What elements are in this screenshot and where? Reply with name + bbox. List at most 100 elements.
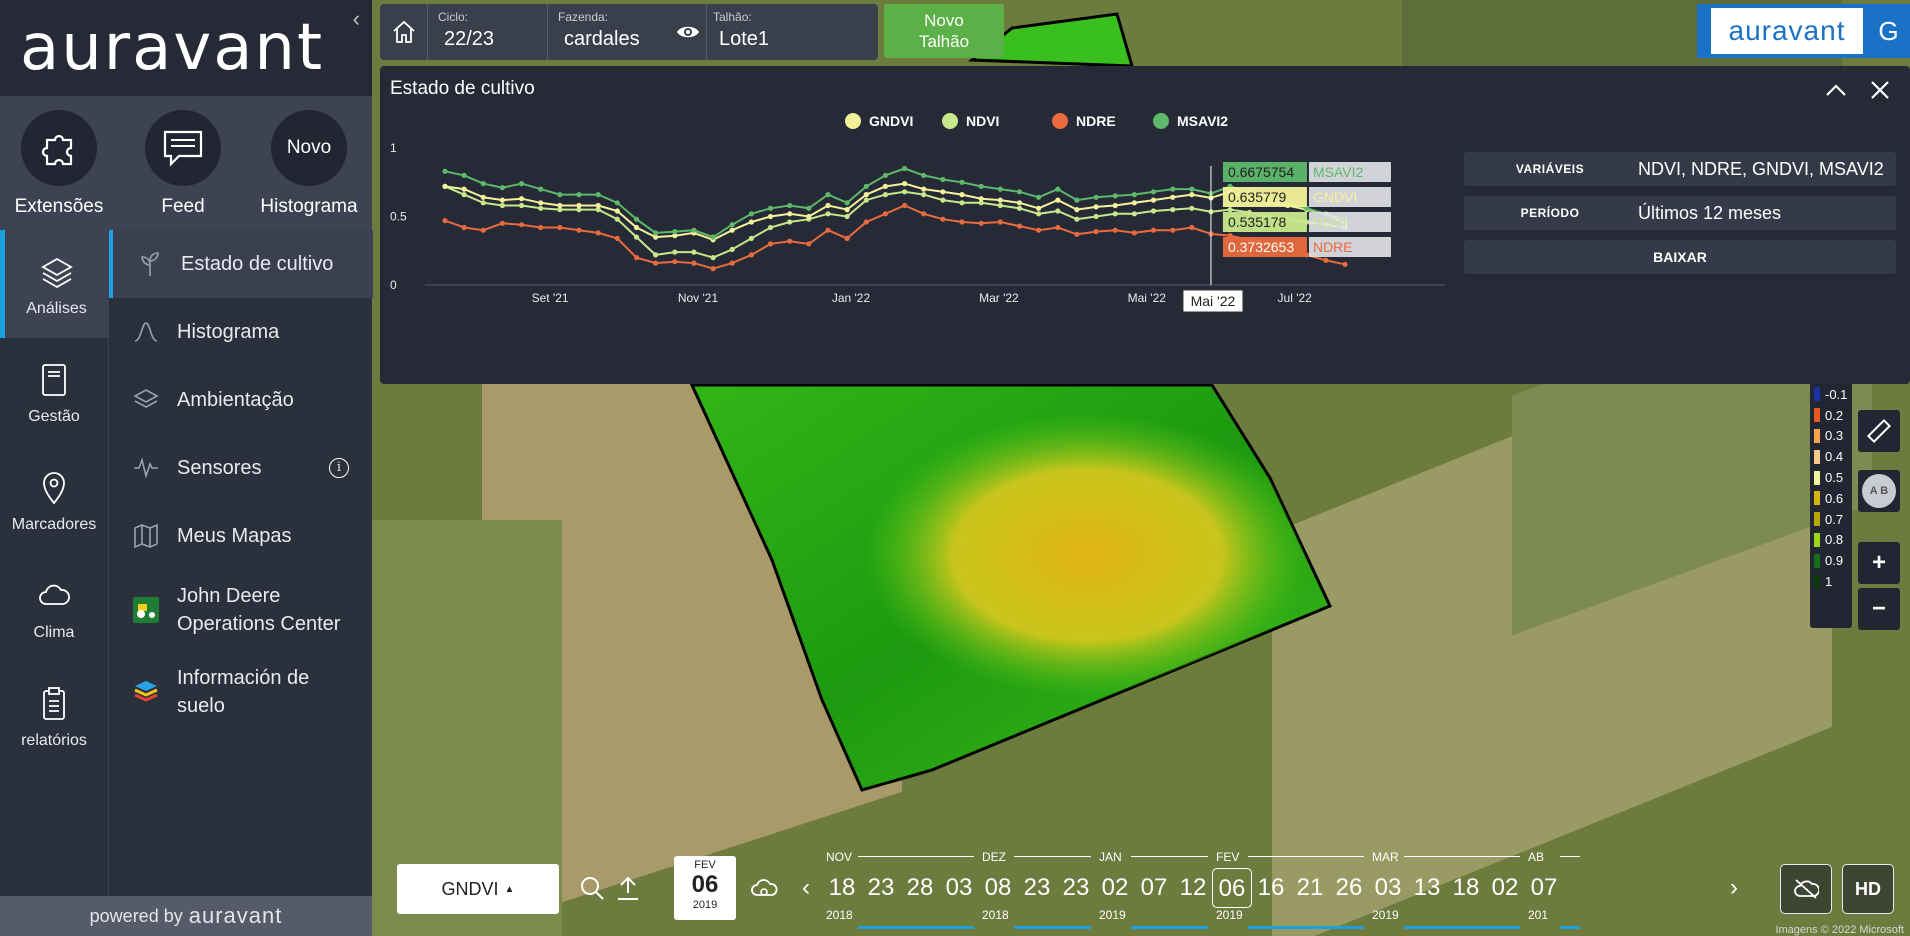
data-point-ndvi[interactable] <box>653 252 659 258</box>
data-point-ndre[interactable] <box>1093 229 1099 235</box>
data-point-gndvi[interactable] <box>921 186 927 192</box>
timeline-day[interactable]: 02 <box>1095 874 1135 902</box>
timeline-day[interactable]: 07 <box>1524 874 1564 902</box>
data-point-msavi2[interactable] <box>863 183 869 189</box>
data-point-msavi2[interactable] <box>519 181 525 187</box>
data-point-msavi2[interactable] <box>729 222 735 228</box>
data-point-ndre[interactable] <box>1016 223 1023 229</box>
feed-button[interactable]: Feed <box>128 110 238 218</box>
data-point-ndvi[interactable] <box>519 202 525 209</box>
timeline-day[interactable]: 23 <box>1017 874 1057 902</box>
variables-row[interactable]: VARIÁVEIS NDVI, NDRE, GNDVI, MSAVI2 <box>1464 152 1896 186</box>
data-point-msavi2[interactable] <box>595 192 601 198</box>
ab-compare-button[interactable]: A B <box>1858 470 1900 512</box>
data-point-msavi2[interactable] <box>1055 186 1061 192</box>
data-point-ndvi[interactable] <box>710 255 716 261</box>
timeline-day[interactable]: 12 <box>1173 874 1213 902</box>
data-point-ndre[interactable] <box>1170 227 1176 233</box>
data-point-ndre[interactable] <box>1150 227 1157 233</box>
data-point-gndvi[interactable] <box>1150 197 1157 203</box>
timeline-day[interactable]: 23 <box>861 874 901 902</box>
data-point-gndvi[interactable] <box>1170 194 1176 200</box>
data-point-gndvi[interactable] <box>844 207 850 213</box>
data-point-ndre[interactable] <box>729 260 735 266</box>
data-point-gndvi[interactable] <box>595 202 601 209</box>
data-point-ndvi[interactable] <box>748 235 754 241</box>
data-point-ndvi[interactable] <box>691 249 697 255</box>
data-point-ndre[interactable] <box>576 227 582 233</box>
data-point-msavi2[interactable] <box>882 172 888 178</box>
data-point-ndvi[interactable] <box>787 219 793 225</box>
nav-gestao[interactable]: Gestão <box>0 338 108 446</box>
new-field-button[interactable]: Novo Talhão <box>884 4 1004 58</box>
new-histogram-button[interactable]: Novo Histograma <box>254 110 364 218</box>
data-point-ndvi[interactable] <box>825 211 831 217</box>
data-point-ndre[interactable] <box>1131 230 1137 236</box>
data-point-ndre[interactable] <box>614 235 620 241</box>
submenu-ambientacao[interactable]: Ambientação <box>109 366 373 434</box>
data-point-msavi2[interactable] <box>557 192 563 198</box>
data-point-ndre[interactable] <box>882 211 888 217</box>
fazenda-selector[interactable]: Fazenda: cardales <box>558 4 678 60</box>
data-point-gndvi[interactable] <box>1055 197 1061 203</box>
data-point-msavi2[interactable] <box>461 172 467 178</box>
cloud-filter-button[interactable] <box>748 872 780 904</box>
data-point-ndre[interactable] <box>480 227 486 233</box>
ruler-tool-button[interactable] <box>1858 410 1900 452</box>
data-point-msavi2[interactable] <box>480 181 486 187</box>
data-point-gndvi[interactable] <box>461 186 467 192</box>
data-point-ndvi[interactable] <box>633 234 640 240</box>
period-row[interactable]: PERÍODO Últimos 12 meses <box>1464 196 1896 230</box>
selected-date[interactable]: FEV 06 2019 <box>674 856 736 920</box>
data-point-ndvi[interactable] <box>1170 207 1176 213</box>
timeline-day[interactable]: 02 <box>1485 874 1525 902</box>
data-point-gndvi[interactable] <box>1131 200 1137 206</box>
data-point-ndre[interactable] <box>825 227 831 233</box>
nav-relatorios[interactable]: relatórios <box>0 662 108 770</box>
data-point-ndvi[interactable] <box>1074 216 1080 222</box>
data-point-ndre[interactable] <box>595 230 601 236</box>
data-point-gndvi[interactable] <box>729 227 735 233</box>
data-point-ndre[interactable] <box>557 224 563 231</box>
data-point-gndvi[interactable] <box>499 197 505 203</box>
data-point-ndvi[interactable] <box>1150 208 1157 214</box>
nav-clima[interactable]: Clima <box>0 554 108 662</box>
data-point-msavi2[interactable] <box>691 227 697 233</box>
close-panel-button[interactable] <box>1866 76 1894 104</box>
data-point-gndvi[interactable] <box>959 192 965 198</box>
data-point-ndvi[interactable] <box>538 205 544 211</box>
timeline-day[interactable]: 21 <box>1290 874 1330 902</box>
data-point-ndre[interactable] <box>978 220 984 226</box>
data-point-ndre[interactable] <box>710 266 716 272</box>
legend-label-gndvi[interactable]: GNDVI <box>869 113 913 129</box>
data-point-ndvi[interactable] <box>672 249 678 255</box>
search-button[interactable] <box>576 872 608 904</box>
data-point-msavi2[interactable] <box>1131 192 1137 198</box>
data-point-msavi2[interactable] <box>921 172 927 178</box>
data-point-ndvi[interactable] <box>1189 205 1195 211</box>
data-point-msavi2[interactable] <box>653 230 659 236</box>
data-point-msavi2[interactable] <box>442 168 448 174</box>
legend-marker-ndre[interactable] <box>1052 113 1068 129</box>
data-point-ndre[interactable] <box>767 241 774 247</box>
data-point-gndvi[interactable] <box>978 196 984 202</box>
data-point-ndvi[interactable] <box>1227 207 1233 213</box>
nav-marcadores[interactable]: Marcadores <box>0 446 108 554</box>
data-point-ndvi[interactable] <box>480 200 486 206</box>
data-point-msavi2[interactable] <box>959 179 965 185</box>
data-point-msavi2[interactable] <box>1112 193 1118 199</box>
data-point-msavi2[interactable] <box>748 211 754 217</box>
timeline-day[interactable]: 08 <box>978 874 1018 902</box>
timeline-day[interactable]: 07 <box>1134 874 1174 902</box>
legend-label-ndre[interactable]: NDRE <box>1076 113 1116 129</box>
timeline-day[interactable]: 03 <box>1368 874 1408 902</box>
data-point-ndvi[interactable] <box>940 197 946 203</box>
submenu-estado-de-cultivo[interactable]: Estado de cultivo <box>109 230 373 298</box>
data-point-msavi2[interactable] <box>1036 194 1042 200</box>
data-point-ndvi[interactable] <box>1036 211 1042 217</box>
data-point-msavi2[interactable] <box>997 186 1003 192</box>
data-point-ndvi[interactable] <box>959 200 965 206</box>
zoom-in-button[interactable]: + <box>1858 542 1900 584</box>
data-point-ndre[interactable] <box>1112 227 1118 233</box>
data-point-ndre[interactable] <box>844 235 850 241</box>
